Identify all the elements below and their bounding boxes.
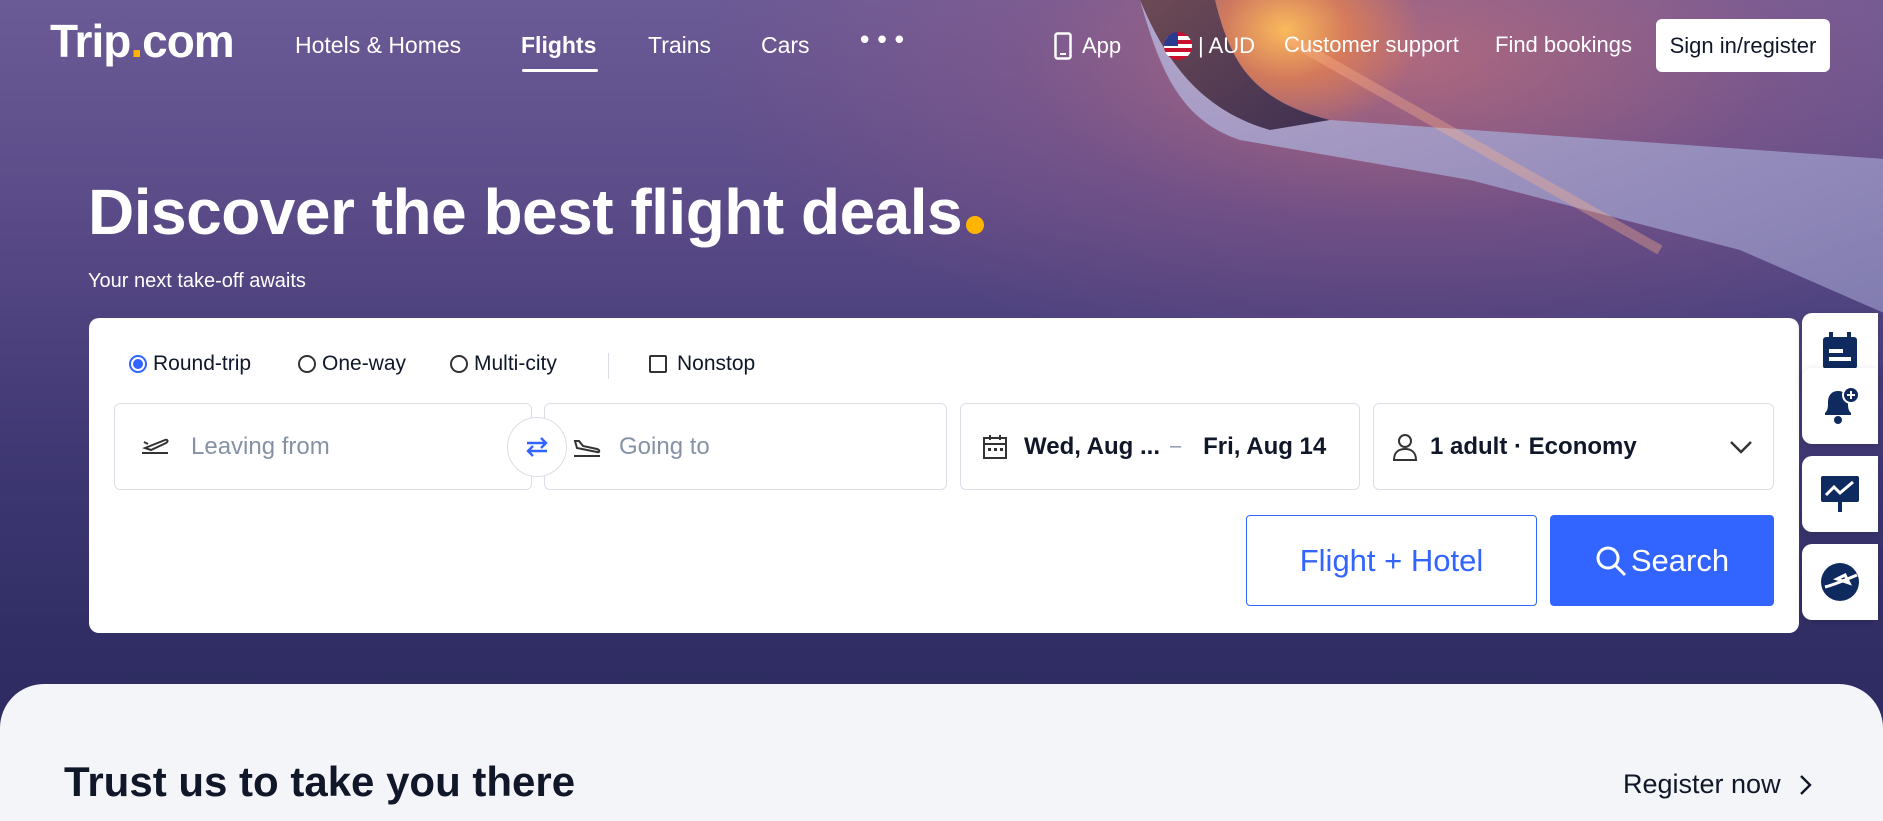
flight-hotel-button[interactable]: Flight + Hotel — [1246, 515, 1537, 606]
going-to-field[interactable]: Going to — [544, 403, 947, 490]
price-trend-button[interactable] — [1802, 456, 1878, 532]
flight-status-button[interactable] — [1802, 544, 1878, 620]
date-range-field[interactable]: Wed, Aug ... – Fri, Aug 14 — [960, 403, 1360, 490]
landing-icon — [573, 439, 601, 457]
app-label: App — [1082, 33, 1122, 58]
schedule-icon — [1823, 332, 1857, 369]
title-accent-dot — [966, 216, 985, 234]
section-heading: Trust us to take you there — [64, 758, 576, 805]
return-date: Fri, Aug 14 — [1203, 432, 1327, 460]
chevron-right-icon — [1799, 774, 1812, 795]
us-flag-icon — [1164, 32, 1192, 60]
find-bookings-link[interactable]: Find bookings — [1495, 32, 1632, 58]
nav-active-indicator — [522, 69, 598, 72]
price-alert-icon — [1825, 386, 1860, 424]
going-to-placeholder: Going to — [619, 432, 710, 460]
signin-register-button[interactable]: Sign in/register — [1656, 19, 1830, 72]
app-link[interactable]: App — [1054, 32, 1121, 60]
leaving-from-placeholder: Leaving from — [191, 432, 330, 460]
radio-selected-icon — [129, 355, 147, 373]
nav-trains[interactable]: Trains — [648, 32, 711, 59]
date-separator: – — [1170, 435, 1182, 457]
trip-type-label: Round-trip — [153, 352, 252, 375]
currency-label: | AUD — [1198, 33, 1256, 58]
price-alert-button[interactable] — [1802, 368, 1878, 444]
radio-icon — [450, 355, 468, 373]
trip-type-label: One-way — [322, 352, 407, 375]
nav-flights[interactable]: Flights — [521, 32, 596, 59]
hero-title: Discover the best flight deals — [88, 175, 985, 249]
hero-subtitle: Your next take-off awaits — [88, 270, 306, 292]
passengers-value: 1 adult · Economy — [1430, 432, 1637, 460]
currency-selector[interactable]: | AUD — [1164, 32, 1255, 60]
search-icon — [1596, 546, 1626, 576]
checkbox-icon — [649, 355, 667, 373]
options-divider — [608, 353, 609, 379]
depart-date: Wed, Aug ... — [1024, 432, 1160, 460]
register-now-link[interactable]: Register now — [1623, 769, 1813, 800]
trip-type-label: Multi-city — [474, 352, 557, 375]
swap-icon — [526, 437, 548, 457]
calendar-icon — [983, 434, 1007, 459]
trip-type-multi-city[interactable]: Multi-city — [450, 352, 557, 376]
radio-icon — [298, 355, 316, 373]
nav-cars[interactable]: Cars — [761, 32, 810, 59]
customer-support-link[interactable]: Customer support — [1284, 32, 1459, 58]
takeoff-icon — [142, 438, 169, 454]
nonstop-checkbox[interactable]: Nonstop — [649, 352, 755, 376]
search-label: Search — [1630, 542, 1730, 578]
nav-more-button[interactable]: ••• — [857, 26, 909, 56]
price-trend-icon — [1821, 476, 1859, 512]
passengers-class-field[interactable]: 1 adult · Economy — [1373, 403, 1774, 490]
register-label: Register now — [1623, 769, 1781, 799]
nonstop-label: Nonstop — [677, 352, 756, 375]
search-button[interactable]: Search — [1550, 515, 1774, 606]
nav-hotels-homes[interactable]: Hotels & Homes — [295, 32, 461, 59]
flight-status-icon — [1821, 563, 1859, 601]
chevron-down-icon — [1730, 440, 1752, 454]
trip-type-one-way[interactable]: One-way — [298, 352, 406, 376]
swap-locations-button[interactable] — [507, 417, 567, 477]
trip-logo[interactable]: Trip.com — [50, 14, 235, 68]
person-icon — [1392, 433, 1418, 461]
trip-type-round-trip[interactable]: Round-trip — [129, 352, 251, 376]
leaving-from-field[interactable]: Leaving from — [114, 403, 532, 490]
phone-icon — [1054, 32, 1072, 60]
